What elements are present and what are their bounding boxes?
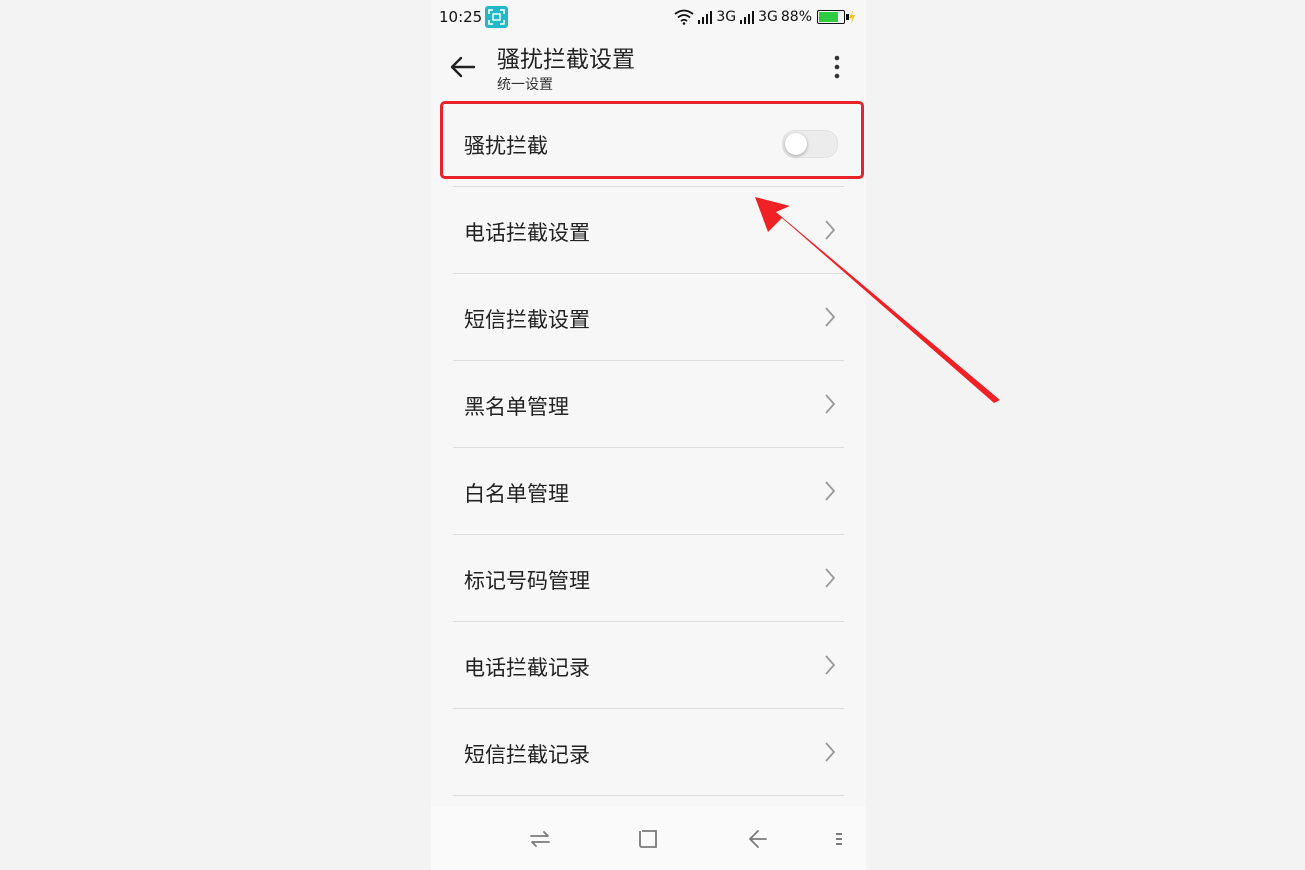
annotation-arrow-shape <box>755 197 1000 403</box>
annotation-arrow <box>755 197 1000 403</box>
